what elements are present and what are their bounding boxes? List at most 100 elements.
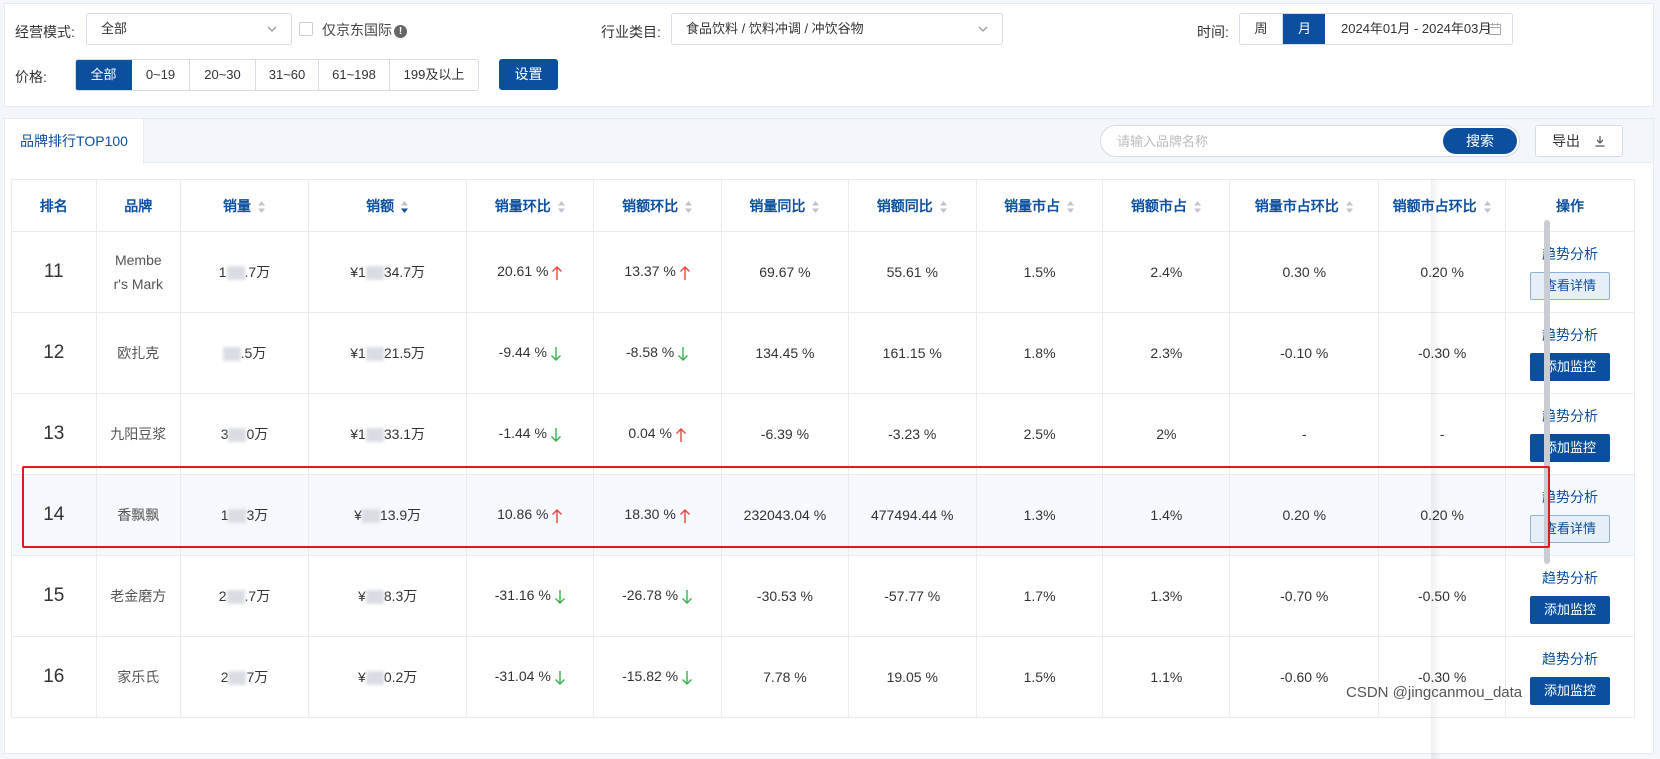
cell-rank: 15 [11, 555, 97, 637]
settings-button[interactable]: 设置 [499, 59, 558, 90]
sort-icon[interactable] [939, 200, 948, 214]
tab-brand-ranking-top100[interactable]: 品牌排行TOP100 [5, 119, 144, 164]
header-sales-qty[interactable]: 销量 [180, 179, 309, 232]
trend-analysis-link[interactable]: 趋势分析 [1506, 325, 1634, 345]
download-icon [1595, 136, 1605, 147]
cell-qty-yoy: 7.78 % [721, 636, 849, 718]
add-monitor-button[interactable]: 添加监控 [1530, 596, 1611, 624]
header-sales-amount[interactable]: 销额 [307, 179, 468, 232]
header-qty-share[interactable]: 销量市占 [975, 179, 1104, 232]
sort-desc-icon[interactable] [400, 200, 409, 214]
sort-icon[interactable] [811, 200, 820, 214]
price-option-31-60[interactable]: 31~60 [256, 60, 319, 90]
sort-icon[interactable] [557, 200, 566, 214]
mode-select-value: 全部 [101, 21, 128, 36]
header-amt-yoy-label: 销额同比 [876, 197, 933, 214]
redacted-mask [365, 671, 384, 686]
header-amt-mom[interactable]: 销额环比 [593, 179, 723, 232]
price-option-199-plus[interactable]: 199及以上 [390, 60, 478, 90]
header-qty-share-mom[interactable]: 销量市占环比 [1229, 179, 1380, 232]
sort-icon[interactable] [257, 200, 266, 214]
cell-amt-share: 2.3% [1102, 312, 1231, 394]
brand-search-box: 搜索 [1100, 125, 1520, 157]
add-monitor-button[interactable]: 添加监控 [1530, 434, 1611, 462]
cell-amt-share-mom: -0.50 % [1378, 555, 1507, 637]
price-option-20-30[interactable]: 20~30 [190, 60, 256, 90]
date-range-value: 2024年01月 - 2024年03月 [1341, 21, 1492, 36]
cell-sales-amount-prefix: ¥ [354, 507, 362, 523]
cell-rank: 13 [11, 393, 97, 475]
header-qty-mom[interactable]: 销量环比 [466, 179, 595, 232]
header-amt-share[interactable]: 销额市占 [1102, 179, 1231, 232]
cell-actions: 趋势分析 添加监控 [1505, 555, 1635, 637]
cell-qty-share-mom: -0.10 % [1229, 312, 1380, 394]
table-header-row: 排名 品牌 销量 销额 销量环比 销额环比 销量同比 销额同比 销量市占 销额市… [11, 179, 1635, 232]
trend-analysis-link[interactable]: 趋势分析 [1506, 568, 1634, 588]
add-monitor-button[interactable]: 添加监控 [1530, 677, 1611, 705]
cell-brand: 老金磨方 [95, 555, 182, 637]
cell-amt-mom: 13.37 % [593, 231, 723, 313]
cell-qty-share-mom-value: -0.10 % [1280, 345, 1329, 361]
cell-sales-amount: ¥13.9万 [307, 474, 468, 556]
cell-qty-yoy-value: 232043.04 % [743, 507, 827, 523]
search-button[interactable]: 搜索 [1443, 128, 1517, 154]
export-button[interactable]: 导出 [1535, 125, 1623, 157]
header-amt-share-mom[interactable]: 销额市占环比 [1378, 179, 1507, 232]
trend-analysis-link[interactable]: 趋势分析 [1506, 649, 1634, 669]
header-amt-yoy[interactable]: 销额同比 [847, 179, 977, 232]
redacted-mask [365, 347, 384, 362]
mode-select[interactable]: 全部 [86, 13, 292, 45]
cell-qty-share-value: 2.5% [1023, 426, 1056, 442]
price-range-tabs: 全部 0~19 20~30 31~60 61~198 199及以上 [75, 59, 479, 91]
cell-qty-share-mom-value: - [1301, 426, 1307, 442]
cell-brand-line1: 欧扎克 [117, 345, 160, 361]
sort-icon[interactable] [1193, 200, 1202, 214]
header-sales-qty-label: 销量 [222, 197, 251, 214]
redacted-mask [228, 671, 247, 686]
price-option-61-198[interactable]: 61~198 [319, 60, 390, 90]
cell-amt-mom-value: 18.30 % [624, 506, 676, 523]
industry-select[interactable]: 食品饮料 / 饮料冲调 / 冲饮谷物 [671, 13, 1003, 45]
price-option-all[interactable]: 全部 [76, 60, 132, 90]
table-row: 11 Membe r's Mark 1 .7万 ¥1 34.7万 20.61 % 13.37 %… [11, 231, 1635, 313]
time-tab-month[interactable]: 月 [1283, 14, 1326, 44]
table-row: 16 家乐氏 2 7万 ¥0.2万 -31.04 % -15.82 % 7.78 % 19.05… [11, 636, 1635, 718]
sort-icon[interactable] [1345, 200, 1354, 214]
header-qty-yoy[interactable]: 销量同比 [721, 179, 849, 232]
cell-sales-qty-suffix: .5万 [240, 345, 267, 361]
jd-intl-checkbox[interactable] [299, 22, 313, 36]
cell-amt-share-mom-value: -0.50 % [1418, 588, 1467, 604]
date-range-picker[interactable]: 2024年01月 - 2024年03月 [1325, 13, 1513, 45]
industry-label: 行业类目: [601, 24, 661, 40]
info-icon[interactable]: ! [394, 25, 407, 38]
cell-rank-value: 11 [43, 261, 64, 282]
sort-icon[interactable] [684, 200, 693, 214]
cell-qty-share-mom: - [1229, 393, 1380, 475]
table-row: 15 老金磨方 2 .7万 ¥8.3万 -31.16 % -26.78 % -30.53 % -… [11, 555, 1635, 637]
cell-amt-share-value: 1.4% [1150, 507, 1183, 523]
price-label: 价格: [15, 69, 47, 85]
cell-rank-value: 15 [43, 585, 65, 606]
price-option-0-19[interactable]: 0~19 [132, 60, 190, 90]
sort-icon[interactable] [1483, 200, 1492, 214]
view-detail-button[interactable]: 查看详情 [1530, 515, 1611, 543]
sort-icon[interactable] [1066, 200, 1075, 214]
cell-rank: 11 [11, 231, 97, 313]
mode-label: 经营模式: [15, 24, 75, 40]
view-detail-button[interactable]: 查看详情 [1530, 272, 1611, 300]
trend-analysis-link[interactable]: 趋势分析 [1506, 244, 1634, 264]
watermark: CSDN @jingcanmou_data [1346, 684, 1523, 701]
cell-actions: 趋势分析 添加监控 [1505, 393, 1635, 475]
cell-sales-amount: ¥1 33.1万 [307, 393, 468, 475]
add-monitor-button[interactable]: 添加监控 [1530, 353, 1611, 381]
table-row: 13 九阳豆浆 3 0万 ¥1 33.1万 -1.44 % 0.04 % -6.39 % -3.2… [11, 393, 1635, 475]
brand-search-input[interactable] [1117, 131, 1437, 151]
cell-qty-mom: 10.86 % [466, 474, 595, 556]
cell-qty-yoy-value: 134.45 % [755, 345, 815, 361]
cell-qty-share-mom: -0.60 % [1229, 636, 1380, 718]
trend-analysis-link[interactable]: 趋势分析 [1506, 406, 1634, 426]
time-tab-week[interactable]: 周 [1240, 14, 1283, 44]
trend-analysis-link[interactable]: 趋势分析 [1506, 487, 1634, 507]
header-qty-yoy-label: 销量同比 [749, 197, 806, 214]
table-scrollbar[interactable] [1544, 220, 1550, 564]
